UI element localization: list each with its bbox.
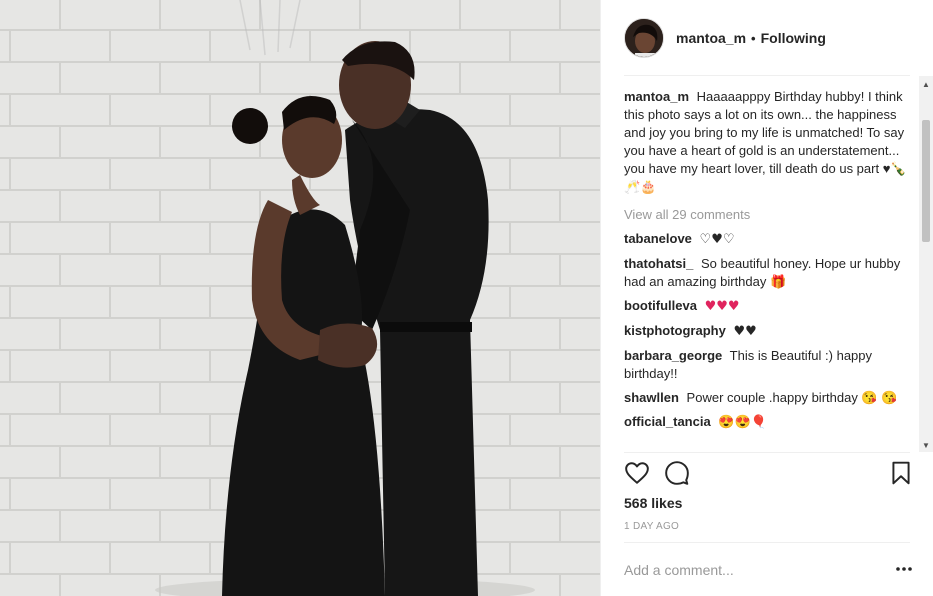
comment-username[interactable]: thatohatsi_ (624, 256, 693, 271)
comments-list[interactable]: mantoa_m Haaaaapppy Birthday hubby! I th… (624, 88, 914, 450)
scroll-down-arrow-icon[interactable]: ▼ (922, 441, 930, 450)
save-button[interactable] (888, 460, 914, 486)
comment-text: Power couple .happy birthday 😘 😘 (686, 390, 898, 405)
comment-text: ♥♥♥ (704, 299, 740, 314)
comment-box-divider (624, 542, 910, 543)
post-timestamp[interactable]: 1 DAY AGO (624, 521, 679, 532)
like-button[interactable] (624, 460, 650, 486)
view-all-comments-link[interactable]: View all 29 comments (624, 206, 914, 224)
actions-divider (624, 452, 910, 453)
speech-bubble-icon (665, 461, 689, 485)
comment-text: ♡♥♡ (699, 232, 735, 247)
scroll-up-arrow-icon[interactable]: ▲ (922, 80, 930, 89)
comment-username[interactable]: shawllen (624, 390, 679, 405)
post-header: mantoa_m • Following (601, 0, 933, 76)
comment-username[interactable]: official_tancia (624, 414, 711, 429)
comment-item: bootifulleva ♥♥♥ (624, 297, 914, 316)
post-photo[interactable] (0, 0, 600, 596)
likes-count[interactable]: 568 likes (624, 495, 682, 511)
post-caption: mantoa_m Haaaaapppy Birthday hubby! I th… (624, 88, 914, 196)
comment-text: 😍😍🎈 (718, 414, 767, 429)
header-separator: • (751, 30, 756, 46)
comments-scrollbar[interactable]: ▲ ▼ (919, 76, 933, 452)
comment-text: ♥♥ (733, 324, 757, 339)
post-detail-panel: mantoa_m • Following mantoa_m Haaaaapppy… (600, 0, 933, 596)
comment-username[interactable]: barbara_george (624, 348, 722, 363)
comment-item: thatohatsi_ So beautiful honey. Hope ur … (624, 255, 914, 291)
bookmark-icon (892, 461, 910, 485)
comment-username[interactable]: kistphotography (624, 323, 726, 338)
ellipsis-icon (896, 567, 912, 571)
comment-item: kistphotography ♥♥ (624, 322, 914, 341)
more-options-button[interactable] (895, 562, 913, 576)
comment-username[interactable]: tabanelove (624, 231, 692, 246)
comment-username[interactable]: bootifulleva (624, 298, 697, 313)
comment-item: shawllen Power couple .happy birthday 😘 … (624, 389, 914, 407)
add-comment-input[interactable] (624, 560, 874, 580)
post-actions (624, 460, 914, 488)
comment-item: official_tancia 😍😍🎈 (624, 413, 914, 431)
caption-username[interactable]: mantoa_m (624, 89, 689, 104)
comment-item: barbara_george This is Beautiful :) happ… (624, 347, 914, 383)
header-username[interactable]: mantoa_m (676, 30, 746, 46)
header-divider (624, 75, 910, 76)
avatar[interactable] (624, 18, 664, 58)
heart-outline-icon (625, 462, 649, 484)
comment-item: tabanelove ♡♥♡ (624, 230, 914, 249)
couple-photo-illustration (0, 0, 600, 596)
caption-text: Haaaaapppy Birthday hubby! I think this … (624, 89, 907, 194)
avatar-image (625, 19, 663, 57)
comment-button[interactable] (664, 460, 690, 486)
scrollbar-thumb[interactable] (922, 120, 930, 242)
following-button[interactable]: Following (761, 30, 826, 46)
